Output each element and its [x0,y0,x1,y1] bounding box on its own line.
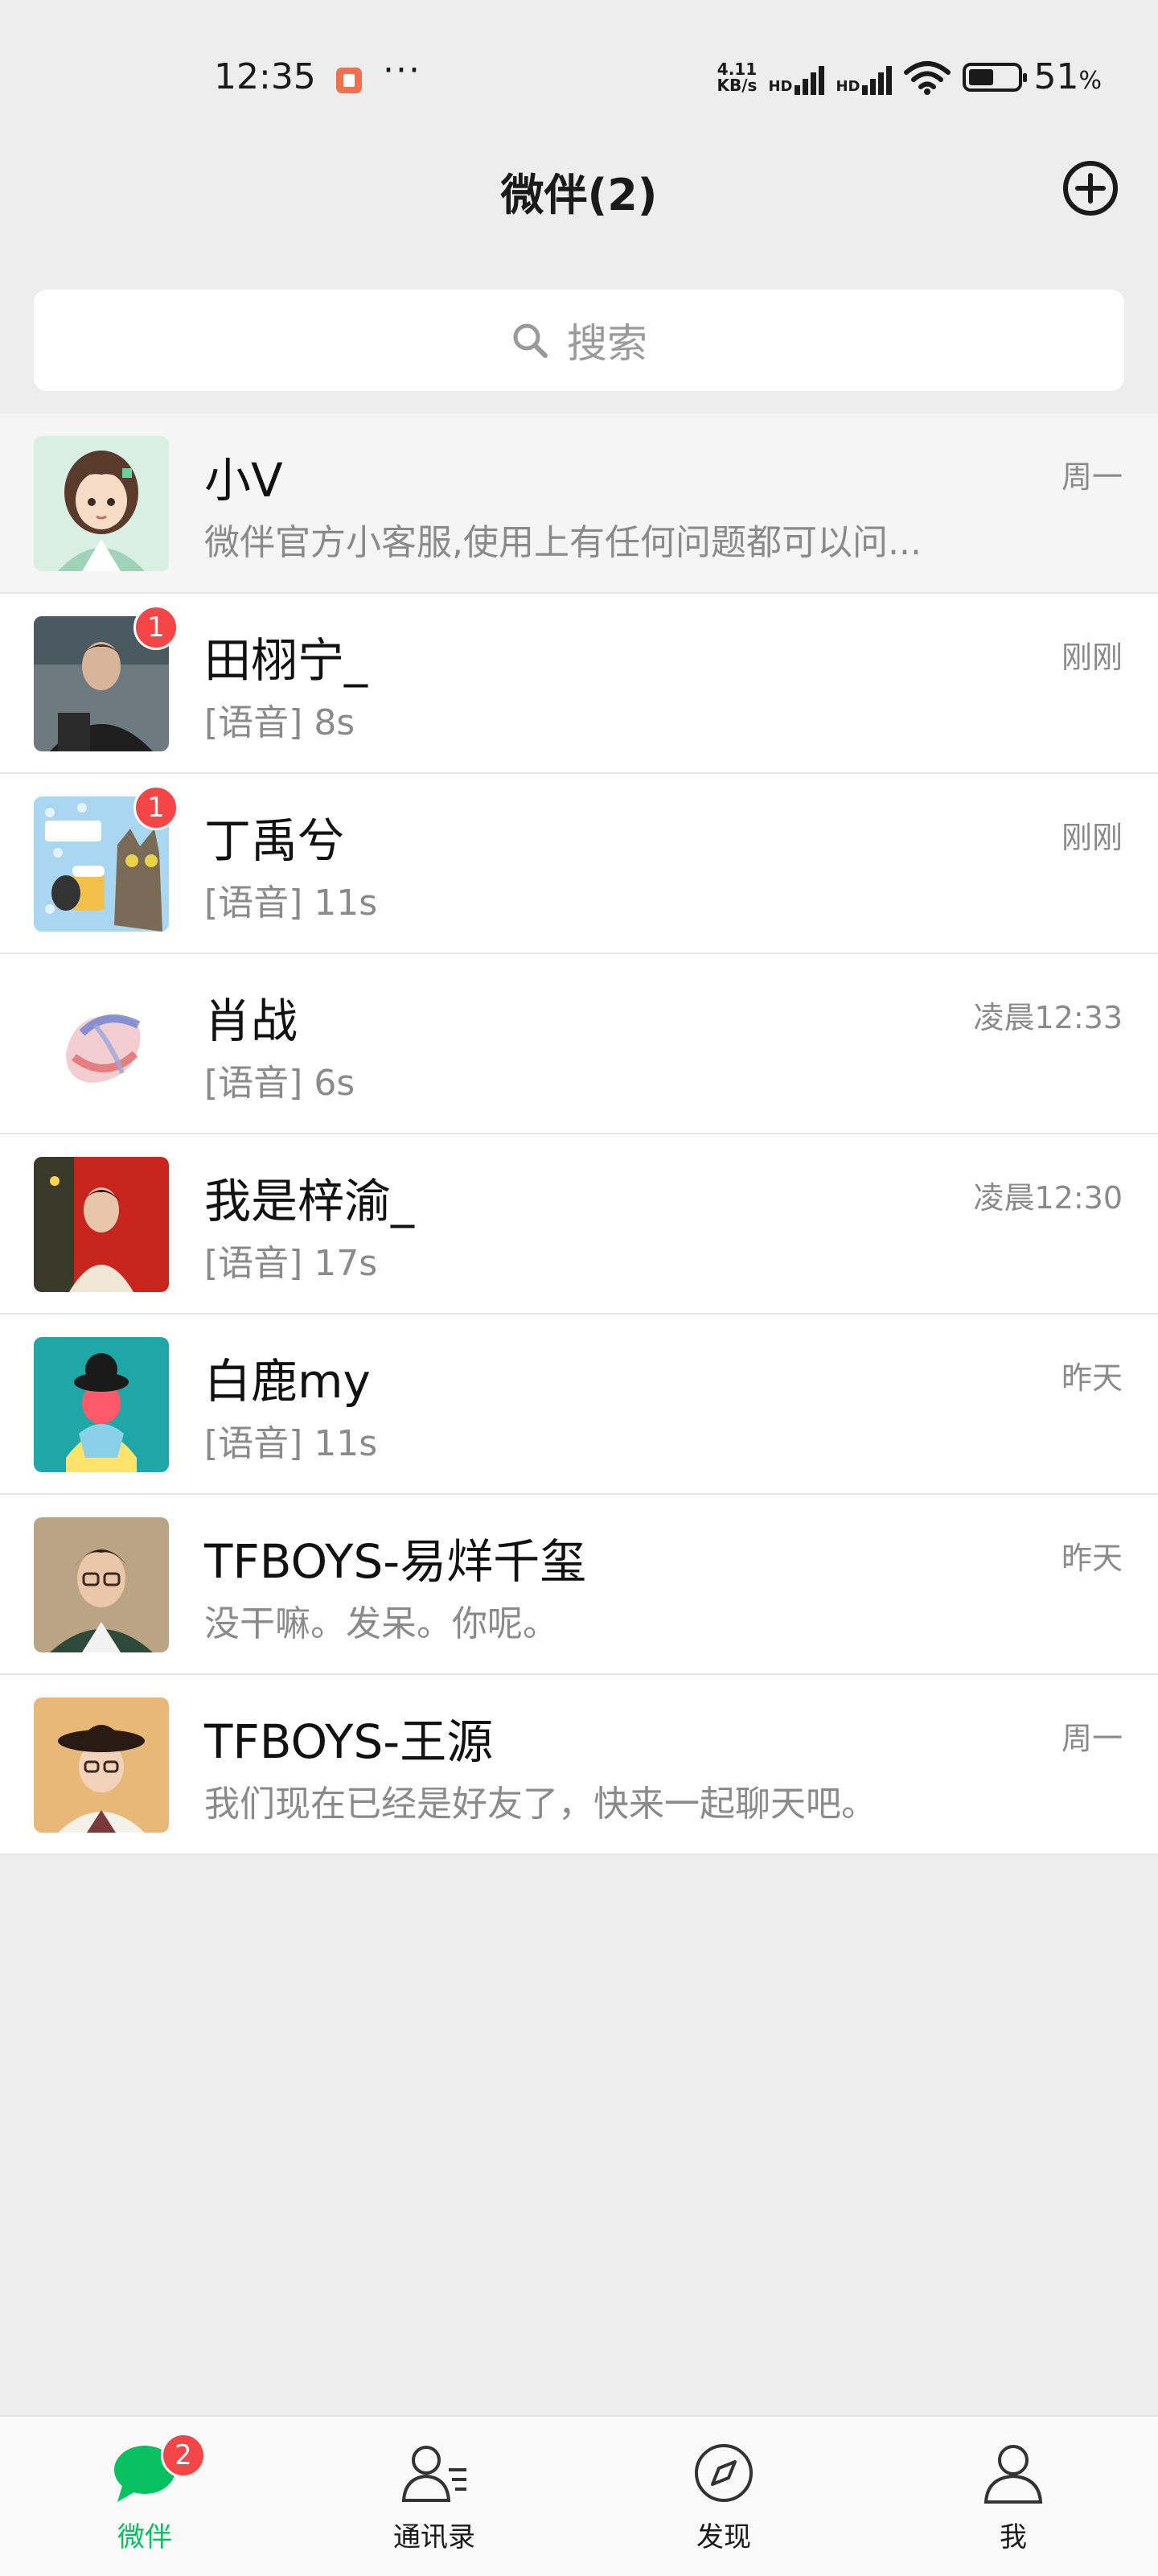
status-bar: 12:35 ··· 4.11 KB/s HD HD 51% [0,0,1158,129]
tab-label: 通讯录 [393,2521,475,2553]
chat-time: 刚刚 [1061,640,1123,675]
add-icon[interactable] [1062,159,1119,217]
battery-value: 51 [1033,56,1079,97]
tab-chats[interactable]: 2 微伴 [0,2417,290,2576]
avatar [34,1157,169,1292]
chat-row-wangyuan[interactable]: TFBOYS-王源 我们现在已经是好友了，快来一起聊天吧。 周一 [0,1675,1158,1855]
unread-badge: 1 [133,785,179,830]
title-bar: 微伴(2) [0,129,1158,249]
chat-time: 昨天 [1061,1541,1123,1576]
chat-preview: [语音] 11s [204,883,378,924]
chat-time: 周一 [1061,1721,1123,1756]
person-icon [983,2445,1043,2504]
chat-name: 田栩宁_ [204,633,368,688]
wifi-icon [904,60,951,95]
net-speed-value: 4.11 [717,59,758,79]
chat-row-xiaov[interactable]: 小V 微伴官方小客服,使用上有任何问题都可以问... 周一 [0,414,1158,594]
bottom-tab-bar: 2 微伴 通讯录 发现 我 [0,2415,1158,2576]
battery-unit: % [1078,67,1102,95]
chat-name: TFBOYS-王源 [204,1714,494,1769]
chat-time: 凌晨12:33 [973,1000,1123,1035]
chat-time: 周一 [1061,459,1123,495]
chat-row-dingyuxi[interactable]: 1 丁禹兮 [语音] 11s 刚刚 [0,774,1158,954]
signal-icon: HD [768,60,825,95]
more-notifications-icon: ··· [383,50,421,91]
chat-time: 凌晨12:30 [973,1180,1123,1216]
contacts-icon [401,2446,466,2502]
tab-contacts[interactable]: 通讯录 [290,2417,579,2576]
chat-row-woshiziyu[interactable]: 我是梓渝_ [语音] 17s 凌晨12:30 [0,1134,1158,1315]
avatar [34,977,169,1112]
tab-label: 微伴 [117,2521,172,2553]
compass-icon [695,2444,753,2502]
chat-name: 我是梓渝_ [204,1174,415,1228]
avatar [34,436,169,571]
chat-preview: [语音] 11s [204,1423,378,1464]
chat-row-yiyangqianxi[interactable]: TFBOYS-易烊千玺 没干嘛。发呆。你呢。 昨天 [0,1495,1158,1675]
chat-row-tianxuning[interactable]: 1 田栩宁_ [语音] 8s 刚刚 [0,594,1158,774]
chat-preview: 我们现在已经是好友了，快来一起聊天吧。 [204,1784,877,1825]
chat-name: 小V [204,453,283,508]
search-icon [513,323,548,358]
tab-label: 发现 [696,2521,751,2553]
chat-preview: [语音] 8s [204,702,355,743]
chat-name: 白鹿my [204,1354,371,1409]
chat-list: 小V 微伴官方小客服,使用上有任何问题都可以问... 周一 1 田栩宁_ [语音… [0,414,1158,1855]
chat-preview: 没干嘛。发呆。你呢。 [204,1603,558,1644]
tab-discover[interactable]: 发现 [579,2417,868,2576]
chat-time: 昨天 [1061,1360,1123,1396]
avatar [34,1697,169,1833]
chat-name: TFBOYS-易烊千玺 [204,1534,587,1589]
avatar [34,1517,169,1652]
chat-preview: [语音] 17s [204,1243,378,1284]
chat-row-bailumy[interactable]: 白鹿my [语音] 11s 昨天 [0,1315,1158,1495]
chat-name: 丁禹兮 [204,813,345,868]
chat-row-xiaozhan[interactable]: 肖战 [语音] 6s 凌晨12:33 [0,954,1158,1134]
network-speed: 4.11 KB/s [717,61,758,93]
signal-hd-label-2: HD [836,77,860,95]
signal-icon-2: HD [836,60,893,95]
net-speed-unit: KB/s [717,75,758,95]
status-time: 12:35 [214,56,316,97]
signal-hd-label: HD [768,77,793,95]
status-right: 4.11 KB/s HD HD 51% [717,56,1103,97]
tab-me[interactable]: 我 [868,2417,1158,2576]
avatar [34,1337,169,1472]
chat-name: 肖战 [204,994,298,1048]
search-bar[interactable]: 搜索 [34,290,1124,391]
app-notification-icon [336,68,362,93]
chat-preview: 微伴官方小客服,使用上有任何问题都可以问... [204,522,922,563]
chat-time: 刚刚 [1061,820,1123,855]
tab-label: 我 [1000,2521,1027,2553]
search-placeholder: 搜索 [567,320,647,367]
unread-badge: 2 [161,2433,206,2478]
battery-icon [963,62,1028,92]
chat-preview: [语音] 6s [204,1063,355,1104]
unread-badge: 1 [133,605,179,650]
battery-percent: 51% [1033,56,1102,97]
page-title: 微伴(2) [500,170,658,220]
